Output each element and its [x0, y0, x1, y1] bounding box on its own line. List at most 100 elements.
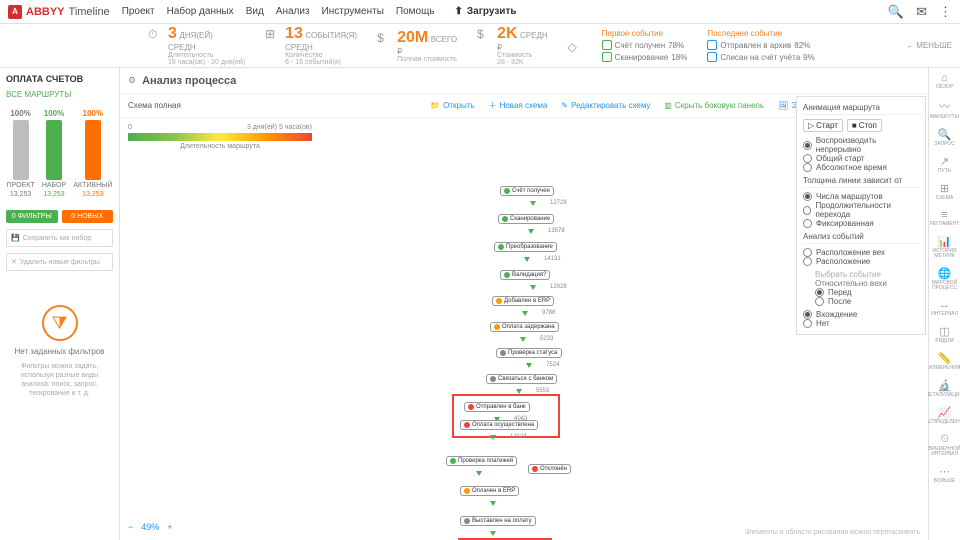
rnav-item[interactable]: ≡РЕГЛАМЕНТ: [930, 209, 960, 227]
radio-before[interactable]: Перед: [815, 288, 919, 297]
edge-arrow-icon: [490, 531, 496, 536]
new-schema-button[interactable]: ＋Новая схема: [489, 100, 548, 111]
edge-count: 9788: [542, 310, 555, 316]
node-dot-icon: [468, 404, 474, 410]
dataset-bars: 100%ПРОЕКТ13,253 100%НАБОР13,253 100%АКТИВ…: [6, 109, 113, 198]
rnav-item[interactable]: ⌂ОБЗОР: [936, 72, 953, 90]
rnav-item[interactable]: 📈РАСПРЕДЕЛЕНИЕ: [923, 406, 960, 425]
radio-option[interactable]: Воспроизводить непрерывно: [803, 136, 919, 154]
animation-panel: Анимация маршрута ▷Старт ■Стоп Воспроизв…: [796, 96, 926, 335]
node-dot-icon: [504, 272, 510, 278]
event-dot-icon: [602, 52, 612, 62]
save-as-set-button[interactable]: 💾Сохранить как набор: [6, 229, 113, 247]
hide-panel-button[interactable]: ▥Скрыть боковую панель: [664, 101, 764, 110]
rnav-item[interactable]: 🔍ЗАПРОС: [934, 128, 955, 147]
process-node[interactable]: Оплата осуществлена: [460, 420, 538, 430]
collapse-button[interactable]: ← МЕНЬШЕ: [906, 41, 952, 50]
node-dot-icon: [464, 518, 470, 524]
edge-arrow-icon: [528, 229, 534, 234]
rnav-item[interactable]: ↔ИНТЕРВАЛ: [931, 299, 958, 317]
brand-timeline: Timeline: [69, 6, 110, 18]
radio-option[interactable]: Нет: [803, 319, 919, 328]
analysis-title: Анализ процесса: [142, 75, 236, 87]
radio-option[interactable]: Числа маршрутов: [803, 192, 919, 201]
rnav-icon: ⋯: [939, 465, 950, 478]
radio-option[interactable]: Фиксированная: [803, 219, 919, 228]
panel-section-events: Анализ событий: [803, 232, 919, 244]
rnav-item[interactable]: ↗ПУТЬ: [938, 155, 951, 174]
node-dot-icon: [450, 458, 456, 464]
process-node[interactable]: Отклонён: [528, 464, 571, 474]
mail-icon[interactable]: ✉: [916, 4, 927, 20]
highlight-box: [452, 394, 560, 438]
filters-count-button[interactable]: 0 ФИЛЬТРЫ: [6, 210, 58, 223]
menu-item[interactable]: Вид: [246, 6, 264, 17]
rnav-item[interactable]: 📊ИСТОРИЯ МЕТРИК: [929, 235, 960, 259]
menu-item[interactable]: Набор данных: [167, 6, 234, 17]
dataset-bar[interactable]: 100%АКТИВНЫЙ13,253: [73, 109, 112, 198]
start-button[interactable]: ▷Старт: [803, 119, 843, 132]
analysis-header: ⚙ Анализ процесса: [120, 68, 928, 94]
rnav-item[interactable]: ⊞СХЕМА: [936, 182, 954, 201]
process-node[interactable]: Оплачен в ERP: [460, 486, 519, 496]
radio-after[interactable]: После: [815, 297, 919, 306]
panel-icon: ▥: [664, 101, 672, 110]
radio-option[interactable]: Абсолютное время: [803, 163, 919, 172]
routes-label: ВСЕ МАРШРУТЫ: [6, 90, 113, 99]
process-node[interactable]: Счёт получен: [500, 186, 554, 196]
process-node[interactable]: Отправлен в банк: [464, 402, 530, 412]
clock-icon: ⏱: [148, 27, 162, 42]
process-node[interactable]: Оплата задержана: [490, 322, 559, 332]
rnav-icon: ⌂: [941, 72, 948, 84]
edge-arrow-icon: [520, 337, 526, 342]
zoom-controls: − 49% +: [128, 522, 173, 532]
radio-option[interactable]: Расположение вех: [803, 248, 919, 257]
more-icon[interactable]: ⋮: [939, 4, 952, 20]
menu-item[interactable]: Анализ: [276, 6, 310, 17]
process-node[interactable]: Преобразование: [494, 242, 557, 252]
right-nav: ⌂ОБЗОР 〰МАРШРУТЫ 🔍ЗАПРОС ↗ПУТЬ ⊞СХЕМА ≡РЕГЛАМ…: [928, 68, 960, 540]
radio-option[interactable]: Общий старт: [803, 154, 919, 163]
rnav-item[interactable]: 〰МАРШРУТЫ: [930, 98, 959, 120]
dataset-bar[interactable]: 100%НАБОР13,253: [42, 109, 66, 198]
open-button[interactable]: 📁Открыть: [430, 101, 474, 110]
stat-milestone-icon: ◇: [568, 38, 582, 54]
radio-icon: [803, 163, 812, 172]
rnav-item[interactable]: ⏲ВРЕМЕННОЙ ИНТЕРВАЛ: [928, 433, 960, 457]
zoom-level: 49%: [141, 522, 159, 532]
radio-option[interactable]: Продолжительности перехода: [803, 201, 919, 219]
dataset-bar[interactable]: 100%ПРОЕКТ13,253: [7, 109, 35, 198]
delete-filters-button[interactable]: ✕Удалить новые фильтры: [6, 253, 113, 271]
process-node[interactable]: Проверка статуса: [496, 348, 562, 358]
radio-option[interactable]: Вхождение: [803, 310, 919, 319]
rnav-item[interactable]: 📏ИЗМЕРЕНИЯ: [929, 352, 960, 371]
search-icon[interactable]: 🔍: [888, 4, 904, 20]
project-title: ОПЛАТА СЧЕТОВ: [6, 74, 113, 84]
menu-item[interactable]: Помощь: [396, 6, 435, 17]
rnav-item[interactable]: ◫РЯДОМ: [935, 325, 953, 344]
rnav-icon: 📈: [938, 406, 952, 419]
rnav-icon: 🔬: [938, 379, 952, 392]
process-node[interactable]: Добавлен в ERP: [492, 296, 554, 306]
process-node[interactable]: Проверка платежей: [446, 456, 517, 466]
zoom-in-button[interactable]: +: [167, 522, 172, 532]
process-node[interactable]: Связаться с банком: [486, 374, 557, 384]
process-node[interactable]: Валидация?: [500, 270, 550, 280]
menu-item[interactable]: Инструменты: [322, 6, 384, 17]
rnav-item[interactable]: 🔬ДЕТАЛИЗАЦИЯ: [926, 379, 960, 398]
rnav-item[interactable]: 🌐МИРОВОЙ ПРОЦЕСС: [929, 267, 960, 291]
funnel-icon: ⧩: [42, 305, 78, 341]
process-node[interactable]: Выставлен на оплату: [460, 516, 536, 526]
new-count-button[interactable]: 0 НОВЫХ: [62, 210, 114, 223]
stop-button[interactable]: ■Стоп: [847, 119, 882, 132]
radio-icon: [803, 154, 812, 163]
radio-option[interactable]: Расположение: [803, 257, 919, 266]
edge-count: 12728: [550, 200, 567, 206]
duration-legend: 03 дня(ей) 5 часа(ов) Длительность маршр…: [120, 118, 320, 156]
zoom-out-button[interactable]: −: [128, 522, 133, 532]
upload-button[interactable]: ⬆Загрузить: [455, 6, 517, 17]
process-node[interactable]: Сканирование: [498, 214, 554, 224]
rnav-item[interactable]: ⋯БОЛЬШЕ: [934, 465, 956, 484]
menu-item[interactable]: Проект: [122, 6, 155, 17]
edit-schema-button[interactable]: ✎Редактировать схему: [561, 101, 650, 110]
